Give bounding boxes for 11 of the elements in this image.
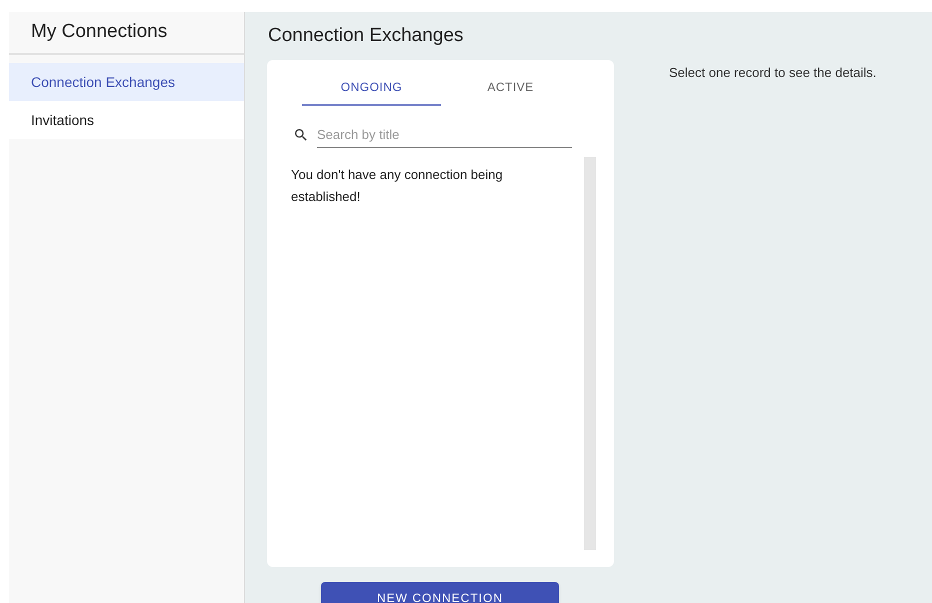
tab[interactable]: ACTIVE — [441, 70, 580, 106]
sidebar-item[interactable]: Connection Exchanges — [9, 63, 244, 101]
tab[interactable]: ONGOING — [302, 70, 441, 106]
page-title: Connection Exchanges — [268, 24, 464, 48]
sidebar-item[interactable]: Invitations — [9, 101, 244, 139]
sidebar-title: My Connections — [31, 20, 168, 44]
search-field[interactable]: Search by title — [317, 122, 572, 148]
new-connection-button[interactable]: NEW CONNECTION — [321, 582, 559, 603]
search-icon — [293, 127, 309, 143]
details-hint: Select one record to see the details. — [669, 64, 876, 82]
empty-message: You don't have any connection being established! — [291, 166, 504, 206]
